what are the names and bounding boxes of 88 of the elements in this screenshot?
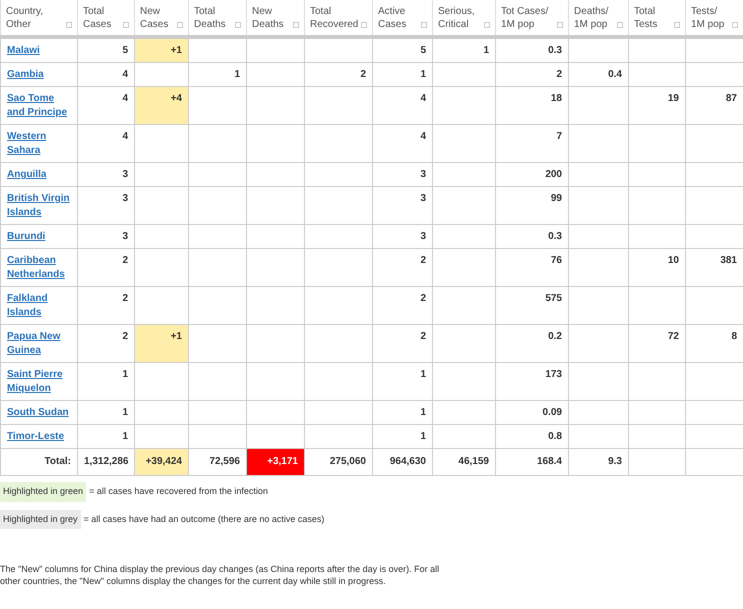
table-cell: 1 (372, 424, 432, 448)
sort-icon (123, 22, 129, 28)
country-link[interactable]: Anguilla (7, 168, 46, 182)
column-header[interactable]: Active Cases (372, 0, 432, 37)
table-cell: 1 (432, 37, 496, 62)
table-cell: 99 (496, 186, 568, 224)
column-header[interactable]: Total Cases (78, 0, 134, 37)
table-cell: 3 (372, 186, 432, 224)
table-cell: 2 (372, 248, 432, 286)
table-cell: 76 (496, 248, 568, 286)
country-link[interactable]: Sao Tome and Principe (7, 92, 71, 120)
table-cell: 18 (496, 86, 568, 124)
table-cell: 8 (686, 324, 743, 362)
table-cell: 275,060 (304, 448, 372, 476)
sort-icon (617, 22, 623, 28)
table-cell: 5 (372, 37, 432, 62)
sort-icon (66, 22, 72, 28)
country-link[interactable]: Saint Pierre Miquelon (7, 368, 71, 396)
table-cell: 2 (372, 286, 432, 324)
table-cell: 0.09 (496, 400, 568, 424)
country-link[interactable]: Timor-Leste (7, 430, 64, 444)
column-header[interactable]: Country, Other (0, 0, 78, 37)
sort-icon (484, 22, 490, 28)
table-cell: 19 (628, 86, 686, 124)
country-link[interactable]: Caribbean Netherlands (7, 254, 71, 282)
table-cell: 173 (496, 362, 568, 400)
sort-icon (732, 22, 738, 28)
table-cell: 0.8 (496, 424, 568, 448)
table-cell: 1 (372, 362, 432, 400)
column-header[interactable]: Total Deaths (188, 0, 246, 37)
table-cell: 4 (372, 86, 432, 124)
country-link[interactable]: Malawi (7, 44, 40, 58)
table-cell: 7 (496, 124, 568, 162)
country-link[interactable]: British Virgin Islands (7, 192, 71, 220)
table-cell: 87 (686, 86, 743, 124)
table-cell: 0.2 (496, 324, 568, 362)
country-link[interactable]: Papua New Guinea (7, 330, 71, 358)
column-header[interactable]: New Cases (134, 0, 188, 37)
table-cell: +1 (134, 37, 188, 62)
table-cell: 72 (628, 324, 686, 362)
table-cell: 1 (372, 400, 432, 424)
column-header[interactable]: Total Tests (628, 0, 686, 37)
total-label: Total: (0, 448, 78, 476)
table-cell: 2 (372, 324, 432, 362)
sort-icon (235, 22, 241, 28)
column-header[interactable]: New Deaths (246, 0, 304, 37)
sort-icon (361, 22, 367, 28)
table-cell: 964,630 (372, 448, 432, 476)
table-cell: 10 (628, 248, 686, 286)
column-header[interactable]: Total Recovered (304, 0, 372, 37)
legend-text: = all cases have recovered from the infection (89, 485, 268, 498)
column-header[interactable]: Tot Cases/ 1M pop (496, 0, 568, 37)
table-cell: +4 (134, 86, 188, 124)
table-cell: 3 (372, 162, 432, 186)
table-cell: +3,171 (246, 448, 304, 476)
table-cell: 381 (686, 248, 743, 286)
table-cell: 0.3 (496, 224, 568, 248)
column-header[interactable]: Deaths/ 1M pop (568, 0, 628, 37)
table-cell: 9.3 (568, 448, 628, 476)
country-link[interactable]: Falkland Islands (7, 292, 71, 320)
table-cell: 1 (372, 62, 432, 86)
legend-text: = all cases have had an outcome (there are no active cases) (84, 512, 324, 526)
table-cell: 2 (496, 62, 568, 86)
country-link[interactable]: Burundi (7, 230, 46, 244)
sort-icon (293, 22, 299, 28)
legend-swatch: Highlighted in grey (0, 510, 81, 529)
table-cell: 0.4 (568, 62, 628, 86)
sort-icon (421, 22, 427, 28)
table-cell: +39,424 (134, 448, 188, 476)
country-link[interactable]: Western Sahara (7, 130, 71, 158)
sort-icon (557, 22, 563, 28)
table-cell: 168.4 (496, 448, 568, 476)
table-cell: +1 (134, 324, 188, 362)
column-header[interactable]: Tests/ 1M pop (686, 0, 743, 37)
legend-swatch: Highlighted in green (0, 482, 86, 502)
table-cell: 46,159 (432, 448, 496, 476)
note-text: The "New" columns for China display the previous day changes (as China reports after the day is over). For all other countries, the "New" columns display the changes for the current day while still in progress. (0, 563, 440, 587)
sort-icon (177, 22, 183, 28)
country-link[interactable]: Gambia (7, 68, 44, 82)
table-cell: 2 (304, 62, 372, 86)
table-cell: 575 (496, 286, 568, 324)
column-header[interactable]: Serious, Critical (432, 0, 496, 37)
sort-icon (674, 22, 680, 28)
table-cell: 200 (496, 162, 568, 186)
table-cell: 3 (372, 224, 432, 248)
country-link[interactable]: South Sudan (7, 406, 69, 420)
table-cell: 4 (372, 124, 432, 162)
table-cell: 0.3 (496, 37, 568, 62)
